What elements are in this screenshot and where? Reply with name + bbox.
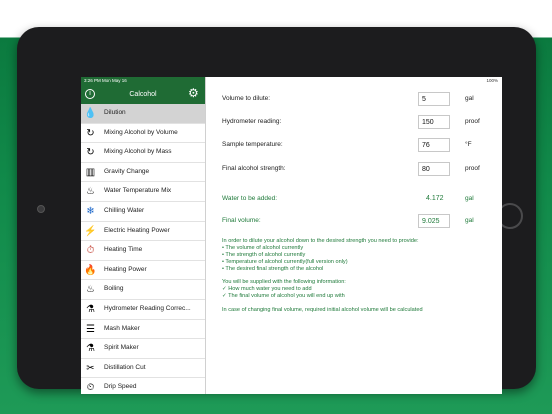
drop-icon: 💧 [84,108,97,119]
water-unit: gal [465,195,474,202]
hydrometer-unit: proof [465,118,480,125]
thermometer-icon: ♨ [86,186,95,198]
sidebar-item-label: Mixing Alcohol by Mass [104,148,172,156]
sidebar-item-gravity-change[interactable]: ▥ Gravity Change [81,163,205,183]
sidebar-item-mash-maker[interactable]: ☰ Mash Maker [81,320,205,340]
sidebar-item-label: Heating Time [104,246,143,254]
water-row: Water to be added: 4.172 gal [222,192,497,206]
sidebar-item-heating-time[interactable]: ⏱ Heating Time [81,241,205,261]
camera-icon [37,205,45,213]
sidebar-item-electric-heating[interactable]: ⚡ Electric Heating Power [81,222,205,242]
final-volume-row: Final volume: 9.025 gal [222,214,497,228]
mix-icon: ↻ [86,147,95,159]
info-line: • The volume of alcohol currently [222,244,304,251]
tablet-frame: 3:26 PM Mon May 16 i Calcohol ⚙ 💧 Dilutio… [17,27,536,394]
final-strength-input[interactable]: 80 [418,162,450,176]
mix-icon: ↻ [86,127,95,139]
dilution-calculator: 100% Volume to dilute: 5 gal Hydrometer … [206,77,502,394]
sidebar-item-label: Boiling [104,285,124,293]
sidebar-item-dilution[interactable]: 💧 Dilution [81,104,205,124]
sidebar-item-mixing-volume[interactable]: ↻ Mixing Alcohol by Volume [81,124,205,144]
info-line: • Temperature of alcohol currently(full … [222,258,348,265]
sidebar-item-distillation-cut[interactable]: ✂ Distillation Cut [81,359,205,379]
volume-unit: gal [465,95,474,102]
lightning-icon: ⚡ [84,225,97,237]
final-strength-label: Final alcohol strength: [222,165,286,172]
sidebar-item-label: Water Temperature Mix [104,187,172,195]
info-line: • The desired final strength of the alco… [222,265,324,272]
sidebar-item-label: Heating Power [104,265,147,273]
calculator-list: 💧 Dilution ↻ Mixing Alcohol by Volume ↻ Mix… [81,104,205,394]
water-value: 4.172 [426,195,444,202]
instructions-text: In order to dilute your alcohol down to … [222,238,497,314]
final-volume-input[interactable]: 9.025 [418,214,450,228]
temperature-label: Sample temperature: [222,141,283,148]
sidebar: 3:26 PM Mon May 16 i Calcohol ⚙ 💧 Dilutio… [81,77,206,394]
pot-icon: ♨ [86,284,95,296]
app-title: Calcohol [129,91,157,98]
battery-indicator: 100% [486,78,498,83]
timer-icon: ⏲ [86,382,95,394]
hydrometer-label: Hydrometer reading: [222,118,282,125]
info-line: ✓ How much water you need to add [222,286,312,293]
final-strength-row: Final alcohol strength: 80 proof [222,162,497,176]
info-line: • The strength of alcohol currently [222,251,306,258]
sidebar-item-boiling[interactable]: ♨ Boiling [81,280,205,300]
sidebar-item-drip-speed[interactable]: ⏲ Drip Speed [81,378,205,394]
still-icon: ⚗ [86,343,95,355]
sidebar-item-chilling-water[interactable]: ❄ Chilling Water [81,202,205,222]
temperature-row: Sample temperature: 76 °F [222,138,497,152]
sidebar-item-label: Distillation Cut [104,363,146,371]
hydrometer-icon: ⚗ [86,303,95,315]
sidebar-header: 3:26 PM Mon May 16 i Calcohol ⚙ [81,77,205,104]
temperature-input[interactable]: 76 [418,138,450,152]
hydrometer-input[interactable]: 150 [418,115,450,129]
info-line: You will be supplied with the following … [222,279,346,286]
sidebar-item-label: Chilling Water [104,206,145,214]
final-strength-unit: proof [465,165,480,172]
sidebar-item-label: Dilution [104,109,126,116]
gear-icon[interactable]: ⚙ [188,87,199,99]
volume-row: Volume to dilute: 5 gal [222,92,497,106]
temperature-unit: °F [465,141,472,148]
sidebar-item-water-temp-mix[interactable]: ♨ Water Temperature Mix [81,182,205,202]
volume-input[interactable]: 5 [418,92,450,106]
flame-icon: 🔥 [84,264,97,276]
snowflake-icon: ❄ [86,205,95,217]
hydrometer-row: Hydrometer reading: 150 proof [222,115,497,129]
sidebar-item-label: Spirit Maker [104,344,139,352]
final-volume-label: Final volume: [222,217,261,224]
info-line: In order to dilute your alcohol down to … [222,238,419,244]
sidebar-item-hydrometer-correction[interactable]: ⚗ Hydrometer Reading Correc... [81,300,205,320]
sidebar-item-spirit-maker[interactable]: ⚗ Spirit Maker [81,339,205,359]
info-line: In case of changing final volume, requir… [222,307,423,314]
mash-icon: ☰ [86,323,95,335]
gravity-icon: ▥ [85,166,96,178]
water-label: Water to be added: [222,195,278,202]
stopwatch-icon: ⏱ [86,245,95,257]
status-time: 3:26 PM Mon May 16 [84,78,127,83]
info-line: ✓ The final volume of alcohol you will e… [222,293,345,300]
sidebar-item-label: Gravity Change [104,167,150,175]
sidebar-item-heating-power[interactable]: 🔥 Heating Power [81,261,205,281]
app-screen: 3:26 PM Mon May 16 i Calcohol ⚙ 💧 Dilutio… [81,77,502,394]
sidebar-item-label: Hydrometer Reading Correc... [104,304,191,312]
sidebar-item-label: Electric Heating Power [104,226,170,234]
sidebar-item-label: Mixing Alcohol by Volume [104,128,178,136]
sidebar-item-mixing-mass[interactable]: ↻ Mixing Alcohol by Mass [81,143,205,163]
final-volume-unit: gal [465,217,474,224]
sidebar-item-label: Mash Maker [104,324,140,332]
volume-label: Volume to dilute: [222,95,271,102]
cut-icon: ✂ [86,362,95,374]
sidebar-item-label: Drip Speed [104,383,137,391]
